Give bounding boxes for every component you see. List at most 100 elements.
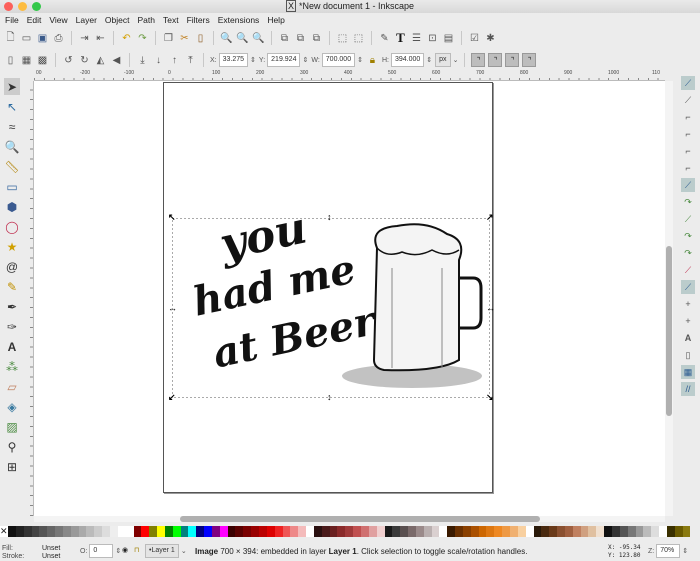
raise-to-top-icon[interactable]: ⤒ — [184, 54, 197, 67]
lower-to-bottom-icon[interactable]: ⤓ — [136, 54, 149, 67]
no-paint-swatch[interactable]: ✕ — [0, 526, 8, 537]
color-swatch[interactable] — [290, 526, 299, 537]
vertical-scrollbar[interactable] — [665, 81, 673, 516]
tweak-tool-icon[interactable]: ≈ — [4, 118, 20, 135]
snap-path-icon[interactable]: ↷ — [681, 195, 695, 209]
selector-tool-icon[interactable]: ➤ — [4, 78, 20, 95]
scale-handle[interactable]: ↗ — [486, 212, 494, 223]
color-swatch[interactable] — [266, 526, 275, 537]
color-swatch[interactable] — [392, 526, 401, 537]
color-swatch[interactable] — [78, 526, 87, 537]
color-swatch[interactable] — [204, 526, 212, 537]
calligraphy-tool-icon[interactable]: ✑ — [4, 318, 20, 335]
paint-bucket-tool-icon[interactable]: ◈ — [4, 398, 20, 415]
redo-icon[interactable]: ↷ — [136, 32, 149, 45]
color-swatch[interactable] — [384, 526, 393, 537]
color-swatch[interactable] — [227, 526, 236, 537]
color-swatch[interactable] — [62, 526, 71, 537]
snap-rotation-center-icon[interactable]: + — [681, 314, 695, 328]
color-swatch[interactable] — [86, 526, 95, 537]
color-swatch[interactable] — [31, 526, 40, 537]
minimize-window-button[interactable] — [18, 2, 27, 11]
color-swatch[interactable] — [345, 526, 354, 537]
star-tool-icon[interactable]: ★ — [4, 238, 20, 255]
color-swatch[interactable] — [8, 526, 16, 537]
color-swatch[interactable] — [478, 526, 487, 537]
color-swatch[interactable] — [564, 526, 573, 537]
color-swatch[interactable] — [353, 526, 361, 537]
cut-icon[interactable]: ✂ — [178, 32, 191, 45]
color-swatch[interactable] — [510, 526, 518, 537]
color-swatch[interactable] — [557, 526, 565, 537]
color-swatch[interactable] — [70, 526, 79, 537]
color-swatch[interactable] — [494, 526, 503, 537]
text-tool-icon[interactable]: A — [4, 338, 20, 355]
color-swatch[interactable] — [368, 526, 377, 537]
color-swatch[interactable] — [188, 526, 197, 537]
unit-select[interactable]: px ⌄ — [435, 53, 458, 67]
color-swatch[interactable] — [619, 526, 628, 537]
color-swatch[interactable] — [102, 526, 110, 537]
snap-others-icon[interactable]: ⟋ — [681, 280, 695, 294]
transform-gradients-toggle[interactable]: ⌝ — [505, 53, 520, 67]
fill-stroke-values[interactable]: Unset Unset — [42, 545, 60, 561]
zoom-page-icon[interactable]: 🔍 — [252, 32, 265, 45]
snap-bbox-edge-icon[interactable]: ⌐ — [681, 110, 695, 124]
color-swatch[interactable] — [211, 526, 220, 537]
color-swatch[interactable] — [627, 526, 636, 537]
color-swatch[interactable] — [141, 526, 150, 537]
color-swatch[interactable] — [604, 526, 612, 537]
color-swatch[interactable] — [180, 526, 189, 537]
color-swatch[interactable] — [674, 526, 683, 537]
preferences-icon[interactable]: ✱ — [484, 32, 497, 45]
group-icon[interactable]: ⬚ — [336, 32, 349, 45]
scale-handle[interactable]: ↕ — [327, 392, 332, 402]
color-swatch[interactable] — [15, 526, 24, 537]
color-swatch[interactable] — [172, 526, 181, 537]
color-swatch[interactable] — [235, 526, 244, 537]
ungroup-icon[interactable]: ⬚ — [352, 32, 365, 45]
color-swatch[interactable] — [55, 526, 63, 537]
duplicate-icon[interactable]: ⧉ — [278, 32, 291, 45]
color-swatch[interactable] — [125, 526, 134, 537]
snap-center-icon[interactable]: + — [681, 297, 695, 311]
color-swatch[interactable] — [635, 526, 644, 537]
color-swatch[interactable] — [329, 526, 338, 537]
color-swatch[interactable] — [259, 526, 267, 537]
new-document-icon[interactable]: 🗋 — [4, 32, 17, 45]
zoom-field[interactable]: Z: 70% ⇕ — [648, 544, 688, 558]
zoom-window-button[interactable] — [32, 2, 41, 11]
snap-bbox-icon[interactable]: ⟋ — [681, 93, 695, 107]
color-swatch[interactable] — [517, 526, 526, 537]
snap-intersection-icon[interactable]: ⟋ — [681, 212, 695, 226]
eraser-tool-icon[interactable]: ▱ — [4, 378, 20, 395]
snap-text-baseline-icon[interactable]: A — [681, 331, 695, 345]
menu-text[interactable]: Text — [163, 13, 179, 28]
layer-lock-icon[interactable]: ⊓ — [134, 546, 139, 554]
color-swatch[interactable] — [243, 526, 252, 537]
color-swatch[interactable] — [596, 526, 605, 537]
color-swatch[interactable] — [109, 526, 118, 537]
spray-tool-icon[interactable]: ⁂ — [4, 358, 20, 375]
export-icon[interactable]: ⇤ — [94, 32, 107, 45]
color-swatch[interactable] — [321, 526, 330, 537]
layers-icon[interactable]: ☰ — [410, 32, 423, 45]
y-field[interactable]: Y: 219.924 ⇕ — [259, 53, 308, 67]
menu-help[interactable]: Help — [267, 13, 284, 28]
menu-view[interactable]: View — [49, 13, 67, 28]
gradient-tool-icon[interactable]: ▨ — [4, 418, 20, 435]
menu-filters[interactable]: Filters — [187, 13, 210, 28]
snap-nodes-icon[interactable]: ⟋ — [681, 178, 695, 192]
color-swatch[interactable] — [164, 526, 173, 537]
scale-handle[interactable]: ↖ — [168, 212, 176, 223]
menu-edit[interactable]: Edit — [27, 13, 42, 28]
unlink-clone-icon[interactable]: ⧉ — [310, 32, 323, 45]
color-swatch[interactable] — [219, 526, 228, 537]
copy-icon[interactable]: ❐ — [162, 32, 175, 45]
color-swatch[interactable] — [643, 526, 652, 537]
color-swatch[interactable] — [149, 526, 158, 537]
color-swatch[interactable] — [376, 526, 385, 537]
color-swatch[interactable] — [408, 526, 416, 537]
3d-box-tool-icon[interactable]: ⬢ — [4, 198, 20, 215]
spiral-tool-icon[interactable]: @ — [4, 258, 20, 275]
